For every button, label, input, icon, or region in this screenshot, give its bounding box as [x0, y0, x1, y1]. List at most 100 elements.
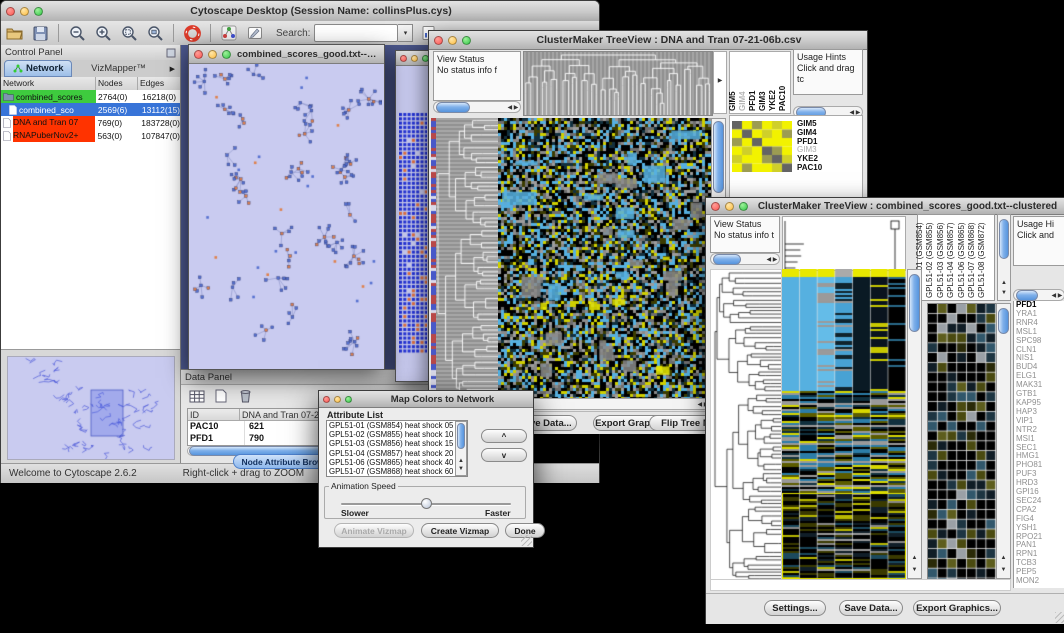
attribute-list-item[interactable]: GPL51-02 (GSM855) heat shock 10 min — [329, 430, 467, 439]
gene-label-list[interactable]: PFD1YRA1RNR4MSL1SPC98CLN1NIS1BUD4ELG1MAK… — [1013, 301, 1064, 588]
network-window-1[interactable]: combined_scores_good.txt--cluste... — [188, 44, 385, 370]
attribute-list-item[interactable]: GPL51-04 (GSM857) heat shock 20 min — [329, 449, 467, 458]
zoom-in-icon[interactable] — [93, 23, 113, 43]
network-doc-icon — [3, 118, 11, 128]
close-icon[interactable] — [194, 50, 203, 59]
network-window-2[interactable] — [395, 50, 430, 382]
resize-grip[interactable] — [1055, 612, 1064, 623]
minimize-icon[interactable] — [448, 36, 457, 45]
zoom-heatmap[interactable] — [927, 303, 997, 581]
matrix-column-label: GIM4 — [738, 91, 747, 111]
tab-vizmapper[interactable]: VizMapper™ — [72, 63, 164, 74]
vizmapper-icon[interactable] — [219, 23, 239, 43]
expression-heatmap[interactable] — [782, 269, 906, 579]
animate-vizmap-button[interactable]: Animate Vizmap — [334, 523, 414, 538]
close-icon[interactable] — [323, 396, 330, 403]
network-row[interactable]: DNA and Tran 07 769(0) 183728(0) — [1, 116, 180, 129]
close-icon[interactable] — [711, 202, 720, 211]
attribute-list-item[interactable]: GPL51-06 (GSM865) heat shock 40 min — [329, 458, 467, 467]
heatmap-vscrollbar[interactable]: ▲▼ — [907, 269, 922, 579]
new-attribute-icon[interactable] — [211, 386, 231, 406]
folder-icon — [3, 92, 14, 101]
view-status-scrollbar[interactable]: ◀ ▶ — [433, 101, 521, 113]
zoom-fit-icon[interactable] — [145, 23, 165, 43]
network-row[interactable]: RNAPuberNov2+ 563(0) 107847(0) — [1, 129, 180, 142]
faster-label: Faster — [485, 508, 511, 518]
annotation-icon[interactable] — [245, 23, 265, 43]
matrix-column-labels: GIM5GIM4PFD1GIM3YKE2PAC10 — [729, 51, 791, 114]
move-up-button[interactable]: ^ — [481, 429, 527, 443]
col-header-nodes[interactable]: Nodes — [96, 77, 138, 90]
export-graphics-button[interactable]: Export Graphics... — [913, 600, 1001, 616]
row-dendrogram[interactable] — [436, 118, 498, 398]
zoom-heatmap-vscrollbar[interactable]: ▲▼ — [996, 303, 1011, 579]
minimize-icon[interactable] — [334, 396, 341, 403]
divider-arrow-icon[interactable]: ▶ — [714, 78, 726, 85]
minimize-icon[interactable] — [20, 7, 29, 16]
zoom-out-icon[interactable] — [67, 23, 87, 43]
treeview-dna-title: ClusterMaker TreeView : DNA and Tran 07-… — [471, 34, 867, 46]
gene-label[interactable]: MON2 — [1016, 577, 1064, 586]
slider-thumb[interactable] — [421, 498, 432, 509]
open-file-icon[interactable] — [4, 23, 24, 43]
minimize-icon[interactable] — [208, 50, 217, 59]
float-panel-icon[interactable] — [166, 48, 176, 58]
network-view-canvas[interactable] — [189, 64, 382, 368]
attribute-list-item[interactable]: GPL51-03 (GSM856) heat shock 15 min — [329, 439, 467, 448]
help-icon[interactable] — [182, 23, 202, 43]
col-header-edges[interactable]: Edges — [138, 77, 180, 90]
labels-vscrollbar[interactable]: ▲▼ — [997, 214, 1011, 301]
similarity-matrix[interactable] — [732, 121, 792, 172]
zoom-window-icon[interactable] — [739, 202, 748, 211]
create-vizmap-button[interactable]: Create Vizmap — [421, 523, 499, 538]
network-doc-icon — [9, 105, 17, 115]
sample-column-label: GPL51-08 (GSM872) — [977, 222, 986, 298]
tab-network[interactable]: Network — [4, 60, 72, 77]
tabs-more-button[interactable]: ▶ — [165, 65, 180, 73]
minimize-icon[interactable] — [725, 202, 734, 211]
view-status-scrollbar[interactable]: ◀ ▶ — [710, 253, 780, 265]
attribute-select-icon[interactable] — [187, 386, 207, 406]
sample-column-label: GPL51-06 (GSM865) — [957, 222, 966, 298]
delete-attribute-icon[interactable] — [235, 386, 255, 406]
network-view-grid[interactable] — [399, 111, 427, 354]
close-icon[interactable] — [400, 55, 407, 62]
settings-button[interactable]: Settings... — [764, 600, 826, 616]
column-dendrogram[interactable] — [523, 51, 713, 116]
attribute-list-vscrollbar[interactable]: ▲▼ — [455, 421, 467, 476]
network-row[interactable]: combined_scores 2764(0) 16218(0) — [1, 90, 180, 103]
main-window-title: Cytoscape Desktop (Session Name: collins… — [43, 5, 599, 17]
treeview-combined-title: ClusterMaker TreeView : combined_scores_… — [748, 201, 1064, 212]
gene-dendrogram[interactable] — [710, 269, 782, 581]
attribute-list-item[interactable]: GPL51-01 (GSM854) heat shock 05 min — [329, 421, 467, 430]
attribute-list-item[interactable]: GPL51-07 (GSM868) heat shock 60 min — [329, 467, 467, 476]
zoom-selected-icon[interactable] — [119, 23, 139, 43]
zoom-window-icon[interactable] — [222, 50, 231, 59]
attribute-list-label: Attribute List — [327, 410, 383, 420]
usage-hints-panel: Usage Hints Click and drag tc — [793, 49, 863, 95]
zoom-window-icon[interactable] — [345, 396, 352, 403]
move-down-button[interactable]: v — [481, 448, 527, 462]
zoom-window-icon[interactable] — [462, 36, 471, 45]
close-icon[interactable] — [6, 7, 15, 16]
save-data-button[interactable]: Save Data... — [839, 600, 903, 616]
network-overview[interactable] — [1, 349, 180, 464]
search-input[interactable] — [314, 24, 398, 42]
minimize-icon[interactable] — [411, 55, 418, 62]
resize-grip[interactable] — [521, 535, 532, 546]
sample-column-label: GPL51-03 (GSM856) — [936, 222, 945, 298]
view-status-panel: View Status No status info t — [710, 216, 780, 253]
network-doc-icon — [3, 131, 11, 141]
close-icon[interactable] — [434, 36, 443, 45]
column-tree-area[interactable] — [782, 216, 906, 271]
search-dropdown-icon[interactable]: ▾ — [398, 24, 413, 42]
usage-hints-scrollbar[interactable]: ◀ ▶ — [1013, 289, 1064, 301]
save-icon[interactable] — [30, 23, 50, 43]
zoom-window-icon[interactable] — [34, 7, 43, 16]
attribute-listbox[interactable]: GPL51-01 (GSM854) heat shock 05 minGPL51… — [326, 420, 468, 477]
dialog-title: Map Colors to Network — [352, 394, 533, 405]
col-header-network[interactable]: Network — [1, 77, 96, 90]
network-row[interactable]: combined_sco 2569(6) 13112(15) — [1, 103, 180, 116]
dna-heatmap[interactable] — [498, 118, 711, 398]
data-col-id[interactable]: ID — [188, 409, 240, 420]
